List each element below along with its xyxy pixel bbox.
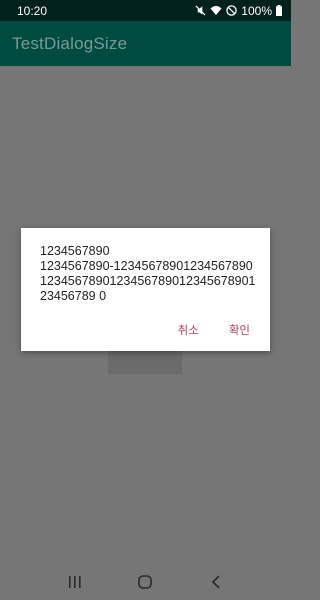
app-title: TestDialogSize (12, 33, 128, 53)
back-icon[interactable] (201, 567, 231, 597)
cancel-button[interactable]: 취소 (178, 322, 199, 338)
dialog-message: 1234567890 1234567890-123456789012345678… (40, 244, 256, 304)
background-button (108, 350, 182, 374)
navigation-bar (0, 563, 291, 600)
status-icons: 100% (195, 4, 282, 18)
status-time: 10:20 (17, 3, 48, 18)
alert-dialog: 1234567890 1234567890-123456789012345678… (21, 228, 270, 351)
dialog-actions: 취소 확인 (178, 322, 250, 338)
wifi-icon (210, 5, 222, 16)
battery-icon (276, 5, 282, 16)
battery-percent: 100% (241, 3, 272, 18)
dialog-message-body: 1234567890-12345678901234567890123456789… (40, 259, 256, 303)
dialog-message-line1: 1234567890 (40, 244, 110, 258)
ok-button[interactable]: 확인 (229, 322, 250, 338)
status-bar: 10:20 100% (0, 0, 291, 21)
home-icon[interactable] (130, 567, 160, 597)
dnd-icon (226, 5, 238, 16)
recents-icon[interactable] (60, 567, 90, 597)
mute-icon (195, 5, 206, 16)
app-bar: TestDialogSize (0, 21, 291, 66)
